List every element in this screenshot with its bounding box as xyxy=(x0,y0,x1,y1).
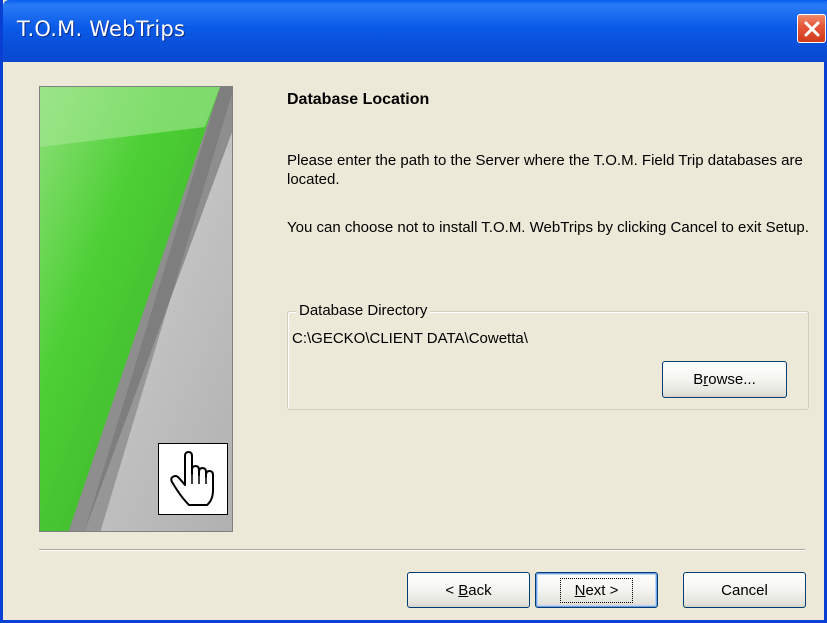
page-heading: Database Location xyxy=(287,91,430,108)
back-button[interactable]: < Back xyxy=(407,572,530,608)
database-path-value: C:\GECKO\CLIENT DATA\Cowetta\ xyxy=(292,330,528,347)
cancel-button[interactable]: Cancel xyxy=(683,572,806,608)
next-focus-rect: Next > xyxy=(559,577,634,603)
close-icon xyxy=(804,21,819,36)
browse-label-pre: B xyxy=(693,371,704,388)
next-label-post: ext > xyxy=(585,581,619,599)
browse-label-post: owse... xyxy=(708,371,756,388)
group-legend: Database Directory xyxy=(296,302,431,319)
window-title: T.O.M. WebTrips xyxy=(17,17,186,41)
wizard-side-graphic xyxy=(39,86,233,532)
cancel-hint-text: You can choose not to install T.O.M. Web… xyxy=(287,219,809,236)
instructions-text: Please enter the path to the Server wher… xyxy=(287,152,803,188)
back-label-post: ack xyxy=(468,581,492,599)
back-label-accel: B xyxy=(458,581,469,599)
button-separator xyxy=(39,549,805,551)
back-label-pre: < xyxy=(445,581,459,599)
next-label-accel: N xyxy=(574,581,586,599)
browse-button[interactable]: Br owse... xyxy=(662,361,787,398)
next-button[interactable]: Next > xyxy=(535,572,658,608)
setup-dialog: T.O.M. WebTrips Database Location Please… xyxy=(0,0,827,623)
close-button[interactable] xyxy=(797,14,826,43)
hand-icon-box xyxy=(158,443,228,515)
database-directory-group: Database Directory C:\GECKO\CLIENT DATA\… xyxy=(287,302,809,410)
hand-pointer-icon xyxy=(170,451,214,506)
title-bar[interactable]: T.O.M. WebTrips xyxy=(3,0,827,62)
